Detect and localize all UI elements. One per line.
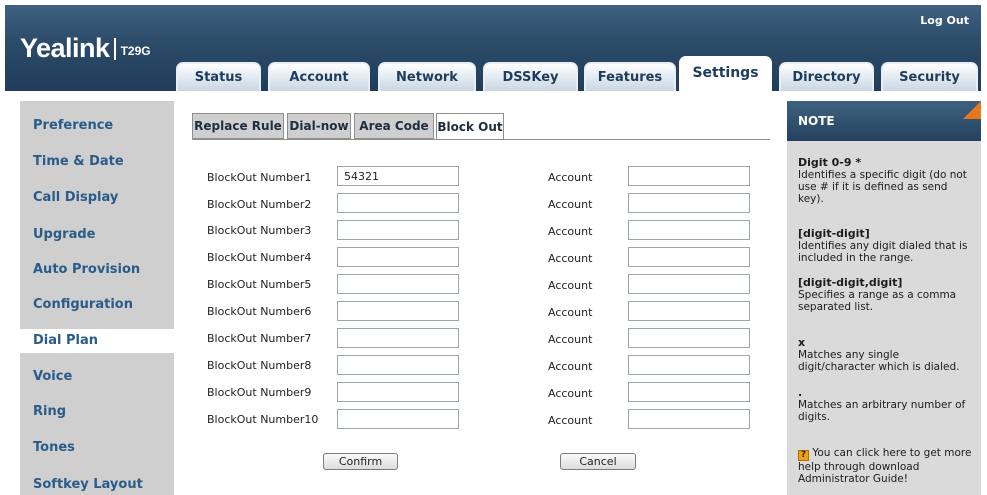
account-label: Account: [548, 225, 593, 238]
sidebar-item-dial-plan[interactable]: Dial Plan: [20, 329, 174, 353]
tab-status[interactable]: Status: [176, 62, 261, 91]
account-input[interactable]: [628, 355, 750, 375]
account-input[interactable]: [628, 220, 750, 240]
sidebar-item-softkey-layout[interactable]: Softkey Layout: [20, 473, 174, 495]
account-label: Account: [548, 279, 593, 292]
logo-separator: [113, 37, 116, 60]
note-term: .: [798, 386, 803, 399]
account-label: Account: [548, 198, 593, 211]
blockout-number-input[interactable]: [337, 220, 459, 240]
note-corner-flag: [963, 101, 981, 119]
sidebar-item-time-date[interactable]: Time & Date: [20, 150, 174, 174]
tab-security[interactable]: Security: [881, 62, 978, 91]
sidebar-item-tones[interactable]: Tones: [20, 436, 174, 460]
blockout-number-input[interactable]: [337, 409, 459, 429]
tab-dsskey[interactable]: DSSKey: [483, 62, 578, 91]
tab-account[interactable]: Account: [268, 62, 370, 91]
sidebar-item-upgrade[interactable]: Upgrade: [20, 223, 174, 247]
note-entry: [digit-digit] Identifies any digit diale…: [798, 227, 976, 265]
account-label: Account: [548, 171, 593, 184]
note-entry: x Matches any single digit/character whi…: [798, 336, 976, 374]
confirm-button[interactable]: Confirm: [323, 453, 398, 470]
note-panel: NOTE Digit 0-9 * Identifies a specific d…: [787, 101, 981, 495]
blockout-number-label: BlockOut Number7: [207, 332, 312, 345]
app-frame: Yealink T29G Log Out Status Account Netw…: [0, 0, 987, 495]
subtab-block-out[interactable]: Block Out: [436, 113, 504, 140]
sidebar-item-ring[interactable]: Ring: [20, 400, 174, 424]
account-input[interactable]: [628, 274, 750, 294]
help-text: You can click here to get more help thro…: [798, 447, 972, 485]
sidebar-item-voice[interactable]: Voice: [20, 365, 174, 389]
blockout-number-label: BlockOut Number3: [207, 224, 312, 237]
note-desc: Matches any single digit/character which…: [798, 349, 960, 373]
blockout-number-label: BlockOut Number1: [207, 171, 312, 184]
subtab-divider: [192, 139, 770, 140]
note-title: NOTE: [798, 114, 835, 128]
note-term: [digit-digit,digit]: [798, 276, 903, 289]
blockout-number-label: BlockOut Number9: [207, 386, 312, 399]
tab-directory[interactable]: Directory: [779, 62, 874, 91]
tab-network[interactable]: Network: [378, 62, 476, 91]
help-icon: ?: [798, 450, 809, 461]
note-entry: Digit 0-9 * Identifies a specific digit …: [798, 156, 976, 206]
account-input[interactable]: [628, 193, 750, 213]
blockout-number-label: BlockOut Number2: [207, 198, 312, 211]
note-entry: [digit-digit,digit] Specifies a range as…: [798, 276, 976, 314]
blockout-number-input[interactable]: [337, 328, 459, 348]
note-desc: Identifies any digit dialed that is incl…: [798, 240, 968, 264]
note-entry: . Matches an arbitrary number of digits.: [798, 386, 976, 424]
blockout-number-input[interactable]: [337, 355, 459, 375]
subtab-dial-now[interactable]: Dial-now: [287, 113, 351, 139]
account-label: Account: [548, 306, 593, 319]
subtab-area-code[interactable]: Area Code: [354, 113, 434, 139]
note-desc: Specifies a range as a comma separated l…: [798, 289, 957, 313]
sidebar-item-configuration[interactable]: Configuration: [20, 293, 174, 317]
account-label: Account: [548, 333, 593, 346]
blockout-number-label: BlockOut Number8: [207, 359, 312, 372]
account-input[interactable]: [628, 328, 750, 348]
account-input[interactable]: [628, 301, 750, 321]
blockout-number-input[interactable]: [337, 247, 459, 267]
account-input[interactable]: [628, 247, 750, 267]
logo-model: T29G: [120, 43, 151, 58]
subtab-replace-rule[interactable]: Replace Rule: [192, 113, 284, 139]
note-desc: Matches an arbitrary number of digits.: [798, 399, 966, 423]
blockout-number-input[interactable]: [337, 301, 459, 321]
note-term: x: [798, 336, 806, 349]
blockout-number-input[interactable]: [337, 166, 459, 186]
note-term: Digit 0-9 *: [798, 156, 862, 169]
account-label: Account: [548, 360, 593, 373]
blockout-number-input[interactable]: [337, 274, 459, 294]
account-input[interactable]: [628, 166, 750, 186]
account-label: Account: [548, 387, 593, 400]
yealink-logo: Yealink T29G: [20, 33, 151, 64]
note-desc: Identifies a specific digit (do not use …: [798, 169, 967, 205]
sidebar-item-preference[interactable]: Preference: [20, 114, 174, 138]
logout-link[interactable]: Log Out: [920, 14, 969, 27]
header-bar: Yealink T29G Log Out Status Account Netw…: [5, 5, 981, 91]
blockout-number-label: BlockOut Number6: [207, 305, 312, 318]
blockout-number-label: BlockOut Number5: [207, 278, 312, 291]
tab-features[interactable]: Features: [584, 62, 676, 91]
account-input[interactable]: [628, 409, 750, 429]
blockout-number-input[interactable]: [337, 193, 459, 213]
sidebar-item-call-display[interactable]: Call Display: [20, 186, 174, 210]
cancel-button[interactable]: Cancel: [560, 453, 636, 470]
note-header: NOTE: [787, 101, 981, 141]
account-label: Account: [548, 252, 593, 265]
note-term: [digit-digit]: [798, 227, 870, 240]
tab-settings[interactable]: Settings: [679, 56, 772, 91]
help-guide-link[interactable]: ? You can click here to get more help th…: [798, 447, 976, 485]
logo-brand: Yealink: [20, 33, 110, 63]
account-input[interactable]: [628, 382, 750, 402]
account-label: Account: [548, 414, 593, 427]
blockout-number-label: BlockOut Number10: [207, 413, 319, 426]
blockout-number-label: BlockOut Number4: [207, 251, 312, 264]
sidebar-item-auto-provision[interactable]: Auto Provision: [20, 258, 174, 282]
blockout-number-input[interactable]: [337, 382, 459, 402]
sidebar: Preference Time & Date Call Display Upgr…: [20, 101, 174, 495]
